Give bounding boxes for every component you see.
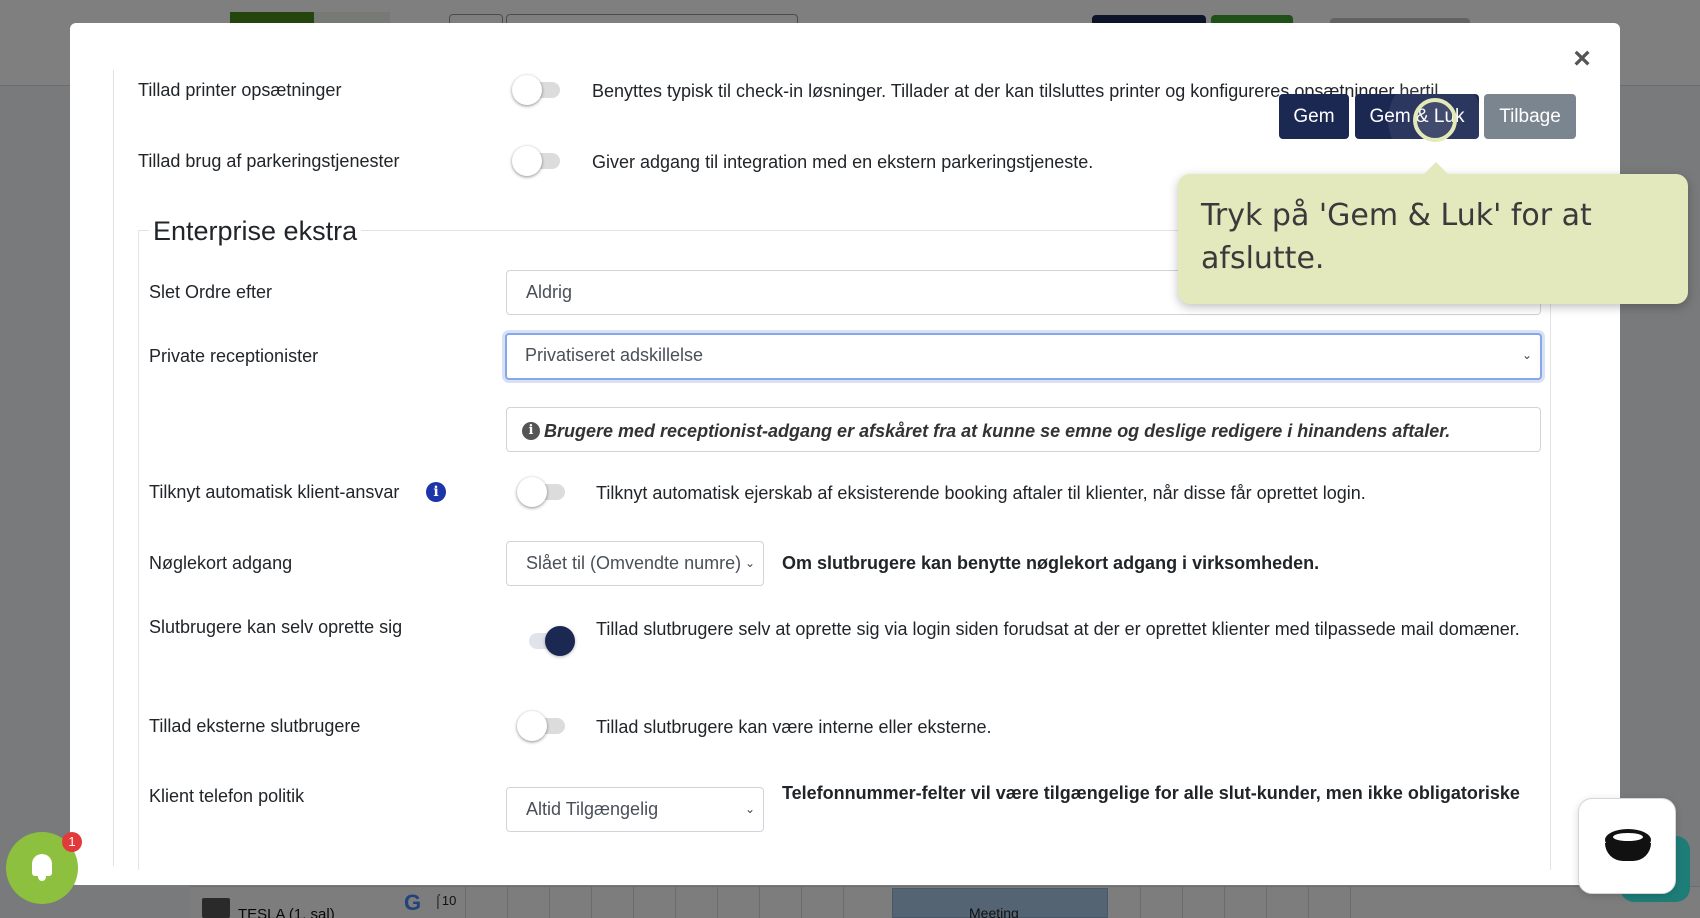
printer-setup-toggle[interactable] xyxy=(512,75,564,105)
phone-policy-label: Klient telefon politik xyxy=(149,786,305,806)
private-receptionists-value: Privatiseret adskillelse xyxy=(525,345,704,365)
notification-badge: 1 xyxy=(62,832,82,852)
notification-bell[interactable]: 1 xyxy=(6,832,82,904)
chat-widget[interactable] xyxy=(1578,798,1676,894)
auto-client-label: Tilknyt automatisk klient-ansvar xyxy=(149,482,400,502)
phone-policy-select[interactable]: Altid Tilgængelig ⌄ xyxy=(506,787,764,832)
private-receptionists-label: Private receptionister xyxy=(149,346,319,366)
keycard-value: Slået til (Omvendte numre) xyxy=(526,553,742,573)
self-signup-toggle[interactable] xyxy=(523,626,575,656)
external-users-description: Tillad slutbrugere kan være interne elle… xyxy=(596,717,992,737)
delete-orders-label: Slet Ordre efter xyxy=(149,282,273,302)
phone-policy-value: Altid Tilgængelig xyxy=(526,799,659,819)
enterprise-legend: Enterprise ekstra xyxy=(149,216,362,247)
phone-policy-description: Telefonnummer-felter vil være tilgængeli… xyxy=(782,783,1520,803)
info-icon[interactable]: i xyxy=(426,482,446,502)
external-users-toggle[interactable] xyxy=(517,711,569,741)
private-receptionists-select[interactable]: Privatiseret adskillelse ⌄ xyxy=(505,333,1542,380)
receptionist-info-text: Brugere med receptionist-adgang er afskå… xyxy=(544,421,1451,441)
chevron-down-icon: ⌄ xyxy=(744,802,755,816)
delete-orders-value: Aldrig xyxy=(526,282,573,302)
close-icon[interactable]: × xyxy=(1570,44,1594,74)
info-icon: i xyxy=(522,422,540,440)
back-button[interactable]: Tilbage xyxy=(1484,94,1576,139)
chevron-down-icon: ⌄ xyxy=(744,556,755,570)
bell-icon xyxy=(32,854,52,876)
receptionist-info-box: i Brugere med receptionist-adgang er afs… xyxy=(506,407,1541,452)
chevron-down-icon: ⌄ xyxy=(1521,348,1532,362)
auto-client-toggle[interactable] xyxy=(517,477,569,507)
keycard-description: Om slutbrugere kan benytte nøglekort adg… xyxy=(782,553,1320,573)
self-signup-label: Slutbrugere kan selv oprette sig xyxy=(149,617,403,637)
printer-setup-label: Tillad printer opsætninger xyxy=(138,80,342,100)
parking-label: Tillad brug af parkeringstjenester xyxy=(138,151,400,171)
keycard-select[interactable]: Slået til (Omvendte numre) ⌄ xyxy=(506,541,764,586)
chat-icon xyxy=(1605,829,1651,851)
external-users-label: Tillad eksterne slutbrugere xyxy=(149,716,361,736)
guide-tooltip: Tryk på 'Gem & Luk' for at afslutte. xyxy=(1178,162,1688,304)
auto-client-description: Tilknyt automatisk ejerskab af eksistere… xyxy=(596,483,1366,503)
self-signup-description: Tillad slutbrugere selv at oprette sig v… xyxy=(596,619,1520,639)
enterprise-fieldset xyxy=(138,230,1551,870)
save-button[interactable]: Gem xyxy=(1279,94,1349,139)
keycard-label: Nøglekort adgang xyxy=(149,553,293,573)
highlight-ring xyxy=(1413,98,1457,142)
guide-tooltip-text: Tryk på 'Gem & Luk' for at afslutte. xyxy=(1201,198,1592,276)
parking-description: Giver adgang til integration med en ekst… xyxy=(592,152,1094,172)
scroll-container-border xyxy=(113,70,114,866)
parking-toggle[interactable] xyxy=(512,146,564,176)
